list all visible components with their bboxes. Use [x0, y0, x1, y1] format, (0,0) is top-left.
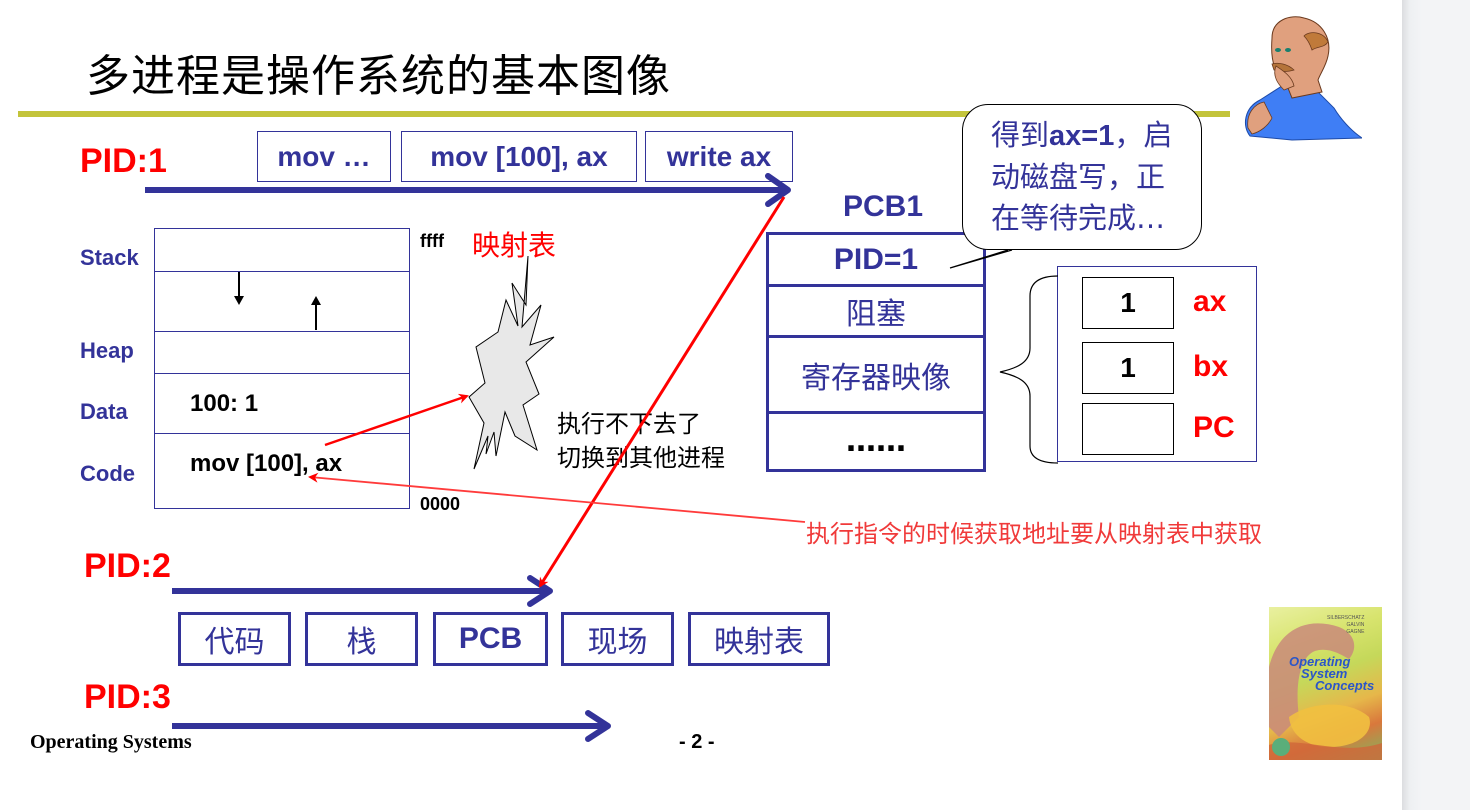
starburst-map-table [468, 255, 555, 470]
segment-label-stack: Stack [80, 245, 139, 270]
code-segment: mov [100], ax [155, 434, 409, 510]
data-value: 100: 1 [190, 390, 259, 417]
pcb-table: PID=1 阻塞 寄存器映像 …… [766, 232, 986, 472]
pcb-title: PCB1 [843, 190, 924, 223]
address-bottom: 0000 [420, 494, 461, 514]
heap-segment [155, 332, 409, 374]
resource-box-stack: 栈 [305, 612, 418, 666]
pcb-row-register-image: 寄存器映像 [769, 338, 983, 414]
segment-label-heap: Heap [80, 338, 134, 363]
code-value: mov [100], ax [190, 450, 343, 477]
bubble-line1: 得到ax=1，启 [991, 118, 1173, 152]
register-pc-label: PC [1193, 411, 1235, 444]
pcb-row-state: 阻塞 [769, 287, 983, 338]
register-ax-value: 1 [1082, 277, 1174, 329]
pid2-label: PID:2 [84, 547, 171, 585]
book-cover-image: SILBERSCHATZ GALVIN GAGNE Operating Syst… [1269, 607, 1382, 760]
curly-brace-icon [999, 275, 1059, 464]
free-space-segment [155, 272, 409, 332]
bubble-line3: 在等待完成… [991, 201, 1166, 235]
memory-layout-table: 100: 1 mov [100], ax [154, 228, 410, 509]
pid2-timeline-arrow [172, 575, 553, 607]
instruction-box: mov … [257, 131, 391, 182]
pid3-label: PID:3 [84, 678, 171, 716]
fetch-address-note: 执行指令的时候获取地址要从映射表中获取 [806, 520, 1262, 548]
register-pc-value [1082, 403, 1174, 455]
segment-label-data: Data [80, 399, 128, 424]
stuck-note-line1: 执行不下去了 [557, 410, 701, 438]
register-bx-label: bx [1193, 350, 1229, 383]
pid1-label: PID:1 [80, 142, 167, 180]
address-top: ffff [420, 231, 444, 251]
segment-label-code: Code [80, 461, 135, 486]
pid3-timeline-arrow [172, 710, 611, 742]
viewer-side-panel [1402, 0, 1470, 810]
page-number: - 2 - [679, 731, 715, 753]
context-switch-arrow [538, 196, 786, 588]
instruction-box: mov [100], ax [401, 131, 637, 182]
register-bx-value: 1 [1082, 342, 1174, 394]
stack-segment [155, 229, 409, 272]
footer-course-name: Operating Systems [30, 731, 192, 753]
map-table-label: 映射表 [472, 229, 557, 262]
slide-title: 多进程是操作系统的基本图像 [86, 51, 671, 102]
register-panel: 1 ax 1 bx PC [1057, 266, 1257, 462]
pcb-row-pid: PID=1 [769, 235, 983, 287]
resource-box-map-table: 映射表 [688, 612, 830, 666]
book-title-line3: Concepts [1315, 678, 1375, 693]
register-ax-label: ax [1193, 285, 1227, 318]
thinking-man-icon [1244, 16, 1362, 141]
book-authors: SILBERSCHATZ GALVIN GAGNE [1327, 615, 1365, 635]
bubble-line2: 动磁盘写，正 [991, 160, 1166, 194]
stuck-note-line2: 切换到其他进程 [557, 444, 725, 472]
instruction-box: write ax [645, 131, 793, 182]
data-segment: 100: 1 [155, 374, 409, 434]
speech-bubble: 得到ax=1，启 动磁盘写，正 在等待完成… [962, 104, 1202, 250]
resource-box-context: 现场 [561, 612, 674, 666]
slide: 多进程是操作系统的基本图像 PID:1 mov … mov [100], ax … [0, 0, 1402, 810]
resource-box-code: 代码 [178, 612, 291, 666]
pcb-row-more: …… [846, 424, 906, 459]
resource-box-pcb: PCB [433, 612, 548, 666]
